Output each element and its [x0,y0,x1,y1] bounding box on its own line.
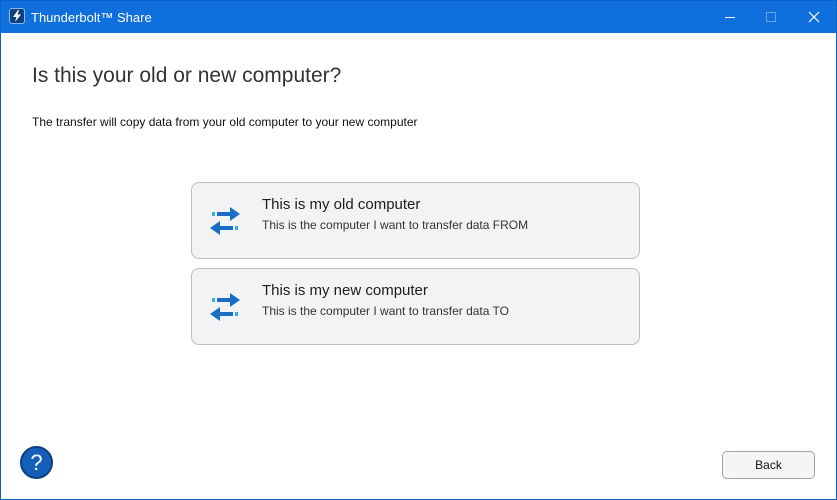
transfer-arrows-icon [210,293,240,321]
maximize-button[interactable] [749,1,793,33]
help-button[interactable]: ? [20,446,53,479]
new-computer-description: This is the computer I want to transfer … [262,304,510,318]
transfer-arrows-icon [210,207,240,235]
page-title: Is this your old or new computer? [32,64,342,87]
minimize-icon [725,17,735,18]
back-button[interactable]: Back [722,451,815,479]
maximize-icon [766,12,776,22]
old-computer-option[interactable]: This is my old computer This is the comp… [191,182,640,259]
old-computer-description: This is the computer I want to transfer … [262,218,529,232]
close-button[interactable] [792,1,836,33]
window-title: Thunderbolt™ Share [31,10,152,25]
title-bar[interactable]: Thunderbolt™ Share [1,1,836,33]
question-mark-icon: ? [30,450,43,475]
minimize-button[interactable] [708,1,752,33]
thunderbolt-app-icon [9,8,25,24]
app-window: Thunderbolt™ Share Is this your old or n… [0,0,837,500]
new-computer-option[interactable]: This is my new computer This is the comp… [191,268,640,345]
old-computer-title: This is my old computer [262,196,421,213]
close-icon [808,11,820,23]
page-description: The transfer will copy data from your ol… [32,115,418,129]
new-computer-title: This is my new computer [262,282,428,299]
